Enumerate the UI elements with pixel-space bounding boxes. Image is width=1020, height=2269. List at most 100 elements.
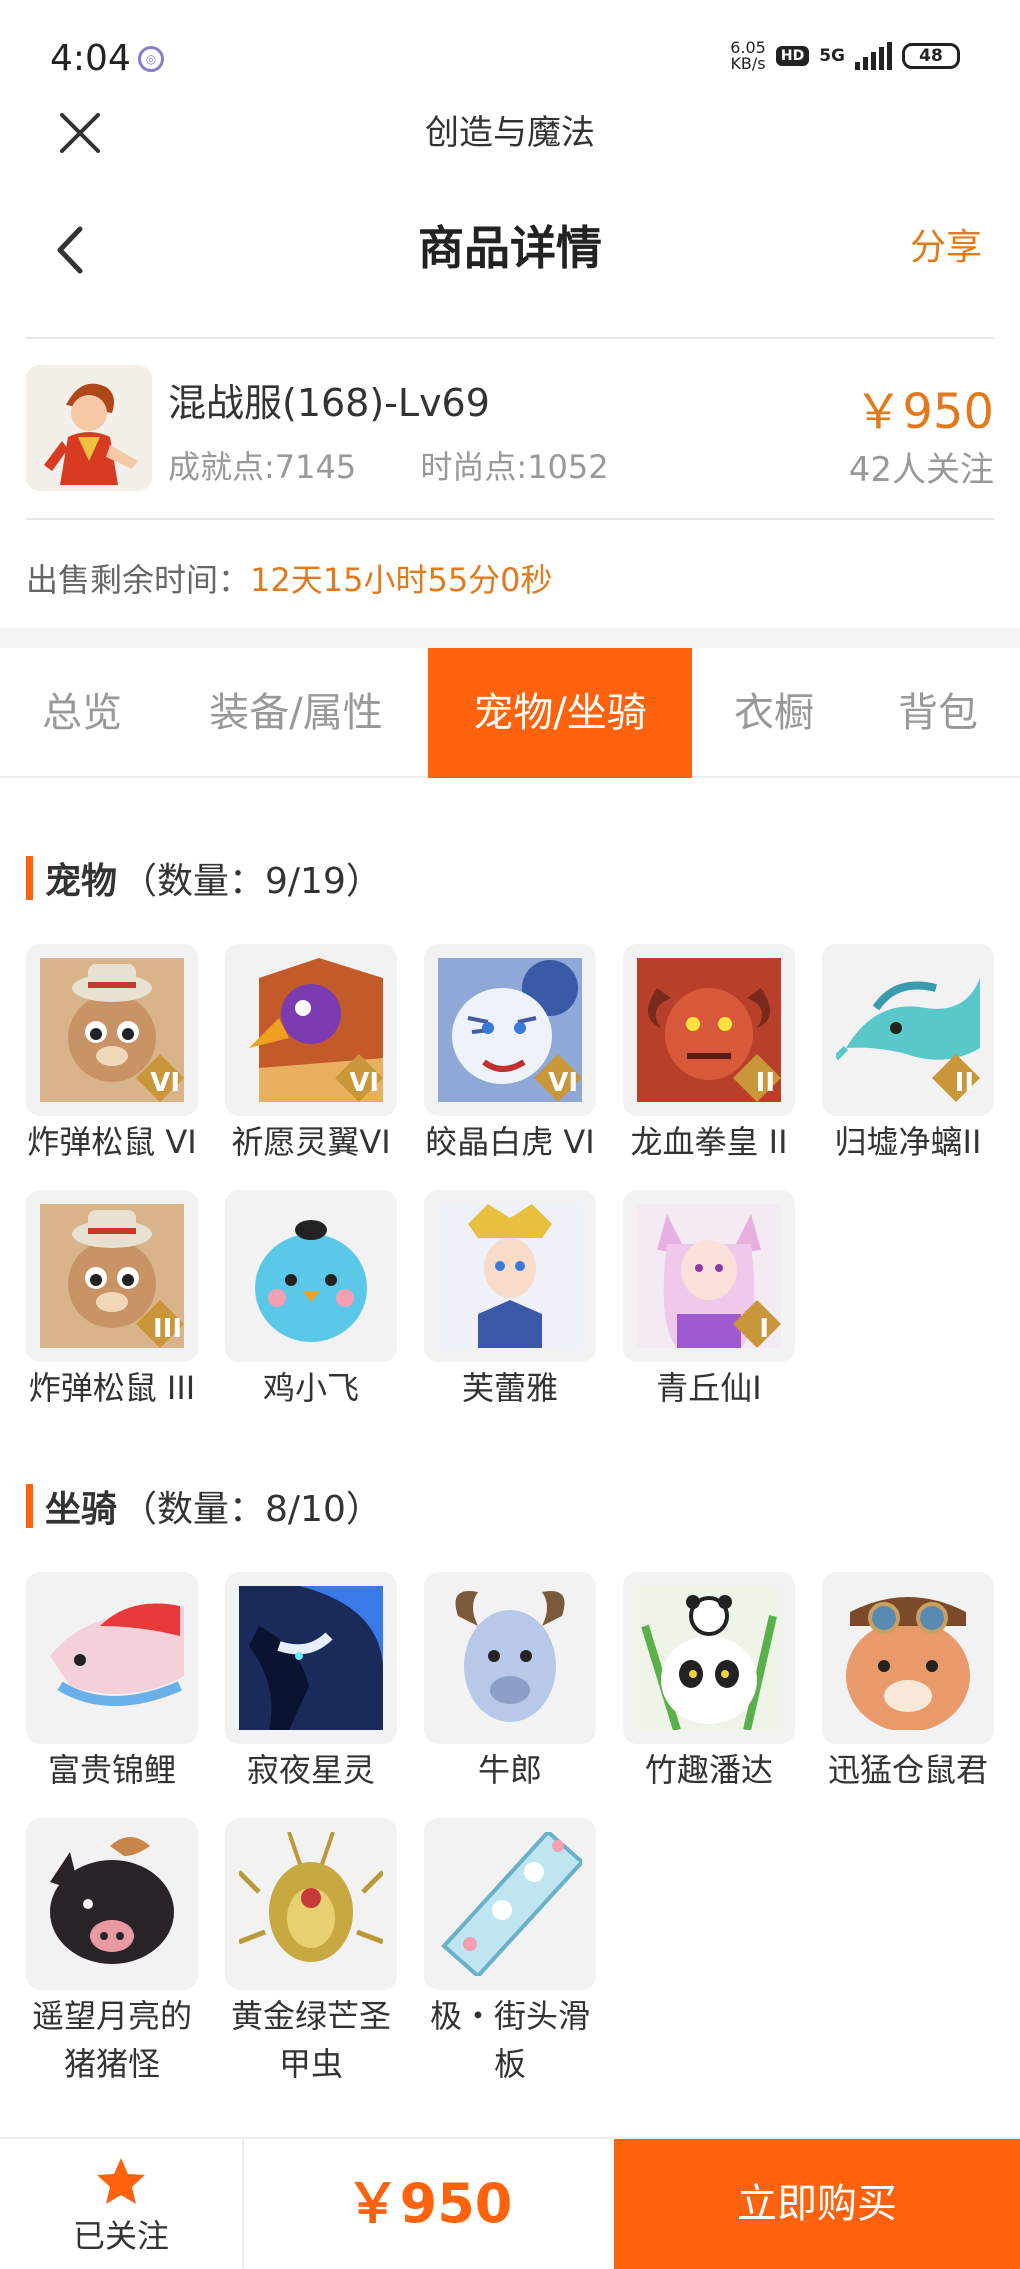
mount-name: 寂夜星灵 — [246, 1751, 375, 1789]
follower-count: 42人关注 — [848, 450, 994, 490]
pet-item[interactable]: VI 炸弹松鼠 VI — [26, 944, 198, 1166]
pets-heading: 宠物 — [45, 861, 118, 902]
mount-image — [26, 1572, 198, 1744]
pet-name: 炸弹松鼠 III — [28, 1369, 196, 1407]
pet-image: II — [623, 944, 795, 1116]
net-speed-unit: KB/s — [730, 54, 766, 73]
mount-image — [822, 1572, 994, 1744]
pet-name: 皎晶白虎 VI — [425, 1123, 595, 1161]
battery-level: 48 — [919, 46, 943, 66]
mount-item[interactable]: 竹趣潘达 — [623, 1572, 795, 1794]
rank-badge: VI — [548, 1068, 578, 1098]
pet-image: VI — [225, 944, 397, 1116]
mount-name: 极・街头滑板 — [429, 1997, 590, 2083]
fashion-points: 时尚点:1052 — [420, 448, 609, 486]
mount-item[interactable]: 牛郎 — [424, 1572, 596, 1794]
pet-name: 龙血拳皇 II — [630, 1123, 788, 1161]
follow-label: 已关注 — [72, 2217, 169, 2255]
product-name: 混战服(168)-Lv69 — [168, 381, 490, 425]
mount-item[interactable]: 遥望月亮的猪猪怪 — [26, 1818, 198, 2088]
achievement-points: 成就点:7145 — [168, 448, 357, 486]
tab-pets-mounts[interactable]: 宠物/坐骑 — [428, 648, 692, 778]
mount-image — [225, 1818, 397, 1990]
bottom-action-bar: 已关注 ￥950 立即购买 — [0, 2137, 1020, 2269]
pet-image — [225, 1190, 397, 1362]
pet-name: 鸡小飞 — [262, 1369, 359, 1407]
mount-name: 富贵锦鲤 — [47, 1751, 176, 1789]
product-stats: 成就点:7145 时尚点:1052 — [168, 442, 663, 488]
pet-item[interactable]: VI 皎晶白虎 VI — [424, 944, 596, 1166]
pet-item[interactable]: III 炸弹松鼠 III — [26, 1190, 198, 1412]
pet-item[interactable]: 芙蕾雅 — [424, 1190, 596, 1412]
mount-item[interactable]: 寂夜星灵 — [225, 1572, 397, 1794]
battery-icon: 48 — [902, 43, 960, 69]
pet-item[interactable]: II 归墟净螭II — [822, 944, 994, 1166]
share-button[interactable]: 分享 — [910, 213, 982, 283]
pet-name: 青丘仙I — [656, 1369, 762, 1407]
mount-name: 迅猛仓鼠君 — [827, 1751, 988, 1789]
rank-badge: VI — [150, 1068, 180, 1098]
network-type: 5G — [819, 46, 845, 66]
tab-equipment[interactable]: 装备/属性 — [164, 648, 428, 778]
status-time: 4:04 — [50, 38, 131, 79]
pet-image: III — [26, 1190, 198, 1362]
pet-name: 归墟净螭II — [834, 1123, 982, 1161]
mount-item[interactable]: 迅猛仓鼠君 — [822, 1572, 994, 1794]
pet-item[interactable]: I 青丘仙I — [623, 1190, 795, 1412]
tab-backpack[interactable]: 背包 — [856, 648, 1020, 778]
rank-badge: I — [759, 1314, 769, 1344]
mount-name: 竹趣潘达 — [644, 1751, 773, 1789]
mount-item[interactable]: 富贵锦鲤 — [26, 1572, 198, 1794]
mounts-count: （数量：8/10） — [121, 1489, 382, 1530]
pet-name: 炸弹松鼠 VI — [27, 1123, 197, 1161]
product-price: ￥950 — [854, 384, 994, 440]
rank-badge: VI — [349, 1068, 379, 1098]
divider — [26, 337, 994, 339]
pet-image — [424, 1190, 596, 1362]
rank-badge: III — [152, 1314, 182, 1344]
rank-badge: II — [954, 1068, 974, 1098]
pets-section-heading: 宠物 （数量：9/19） — [26, 852, 382, 904]
mount-name: 黄金绿芒圣甲虫 — [230, 1997, 391, 2083]
tab-bar: 总览 装备/属性 宠物/坐骑 衣橱 背包 — [0, 648, 1020, 778]
mount-item[interactable]: 极・街头滑板 — [424, 1818, 596, 2088]
pet-item[interactable]: VI 祈愿灵翼VI — [225, 944, 397, 1166]
mount-image — [26, 1818, 198, 1990]
pet-image: I — [623, 1190, 795, 1362]
pet-image: VI — [26, 944, 198, 1116]
star-icon — [97, 2158, 145, 2204]
mounts-heading: 坐骑 — [45, 1489, 118, 1530]
page-header: 商品详情 分享 — [0, 195, 1020, 345]
net-speed: 6.05 KB/s — [730, 40, 766, 72]
sale-timer-value: 12天15小时55分0秒 — [250, 561, 553, 599]
pet-image: II — [822, 944, 994, 1116]
sale-timer-label: 出售剩余时间： — [26, 561, 251, 599]
mount-name: 遥望月亮的猪猪怪 — [31, 1997, 192, 2083]
pet-item[interactable]: 鸡小飞 — [225, 1190, 397, 1412]
pet-image: VI — [424, 944, 596, 1116]
pet-name: 祈愿灵翼VI — [231, 1123, 391, 1161]
section-marker — [26, 856, 33, 900]
pet-item[interactable]: II 龙血拳皇 II — [623, 944, 795, 1166]
follow-button[interactable]: 已关注 — [0, 2139, 244, 2269]
section-marker — [26, 1484, 33, 1528]
tab-wardrobe[interactable]: 衣橱 — [692, 648, 856, 778]
buy-now-button[interactable]: 立即购买 — [614, 2139, 1020, 2269]
pets-count: （数量：9/19） — [121, 861, 382, 902]
webview-title: 创造与魔法 — [425, 113, 595, 153]
mount-image — [424, 1572, 596, 1744]
signal-icon — [855, 42, 892, 70]
tab-overview[interactable]: 总览 — [0, 648, 164, 778]
mount-image — [225, 1572, 397, 1744]
status-indicators: 6.05 KB/s HD 5G 48 — [730, 40, 960, 72]
rank-badge: II — [755, 1068, 775, 1098]
webview-bar: 创造与魔法 — [0, 105, 1020, 195]
pet-name: 芙蕾雅 — [461, 1369, 558, 1407]
notification-icon: ◎ — [138, 46, 164, 72]
mount-item[interactable]: 黄金绿芒圣甲虫 — [225, 1818, 397, 2088]
page-title: 商品详情 — [418, 221, 602, 275]
mount-image — [424, 1818, 596, 1990]
hd-badge: HD — [775, 46, 810, 66]
mount-name: 牛郎 — [477, 1751, 542, 1789]
section-gap — [0, 628, 1020, 648]
